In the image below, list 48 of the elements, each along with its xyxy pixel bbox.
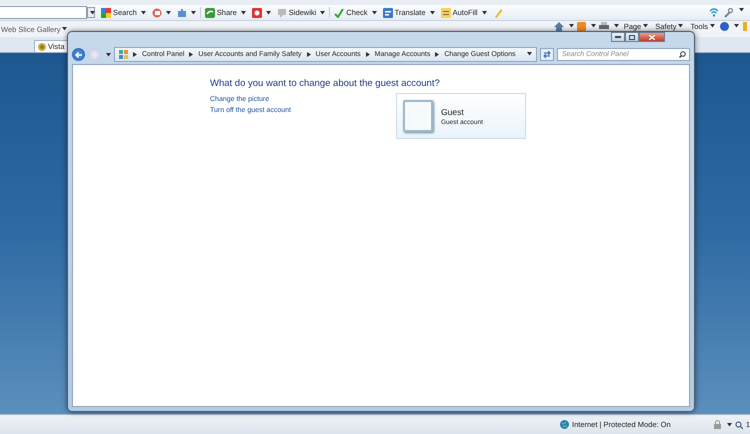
wrench-icon[interactable] xyxy=(723,8,733,18)
close-button[interactable] xyxy=(639,32,665,42)
bookmark-icon xyxy=(152,8,162,18)
refresh-button[interactable] xyxy=(540,48,554,61)
square-icon xyxy=(252,8,262,18)
caret-icon xyxy=(568,24,574,28)
home-icon[interactable] xyxy=(554,22,564,30)
page-heading: What do you want to change about the guest account? xyxy=(210,78,441,89)
feed-icon[interactable] xyxy=(576,22,586,30)
zoom-icon[interactable] xyxy=(734,420,743,428)
address-field[interactable] xyxy=(0,6,87,19)
arrow-icon xyxy=(366,52,370,57)
refresh-icon xyxy=(543,51,551,58)
dropdown-button[interactable] xyxy=(87,7,95,18)
minimize-button[interactable] xyxy=(611,32,625,42)
account-name: Guest xyxy=(441,106,465,116)
minimize-icon xyxy=(615,36,621,38)
spellcheck-icon xyxy=(334,8,344,18)
globe-icon xyxy=(38,42,46,50)
form-icon xyxy=(440,8,451,18)
caret-icon xyxy=(590,24,596,28)
caret-icon xyxy=(734,24,739,28)
maximize-icon xyxy=(629,34,635,40)
back-button[interactable] xyxy=(72,48,85,61)
share-icon xyxy=(204,8,215,18)
printer-icon[interactable] xyxy=(598,22,609,30)
arrow-icon xyxy=(133,52,137,57)
arrow-icon xyxy=(435,52,440,57)
caret-icon xyxy=(614,24,619,28)
caret-icon xyxy=(90,10,94,14)
pencil-icon xyxy=(492,8,503,18)
help-icon[interactable] xyxy=(720,22,729,30)
arrow-icon xyxy=(306,52,311,57)
caret-icon xyxy=(726,422,732,426)
account-picture-icon xyxy=(403,100,433,132)
search-icon xyxy=(101,8,111,18)
maximize-button[interactable] xyxy=(625,32,639,42)
wifi-icon[interactable] xyxy=(709,8,719,16)
control-panel-icon xyxy=(119,50,128,59)
back-arrow-icon xyxy=(75,52,82,58)
close-icon xyxy=(649,34,655,40)
caret-icon xyxy=(739,8,744,12)
globe-icon xyxy=(560,420,569,429)
puzzle-icon xyxy=(176,8,187,18)
search-icon xyxy=(679,51,686,58)
arrow-icon xyxy=(189,52,194,57)
translate-icon xyxy=(382,8,393,18)
comment-icon xyxy=(276,8,287,18)
